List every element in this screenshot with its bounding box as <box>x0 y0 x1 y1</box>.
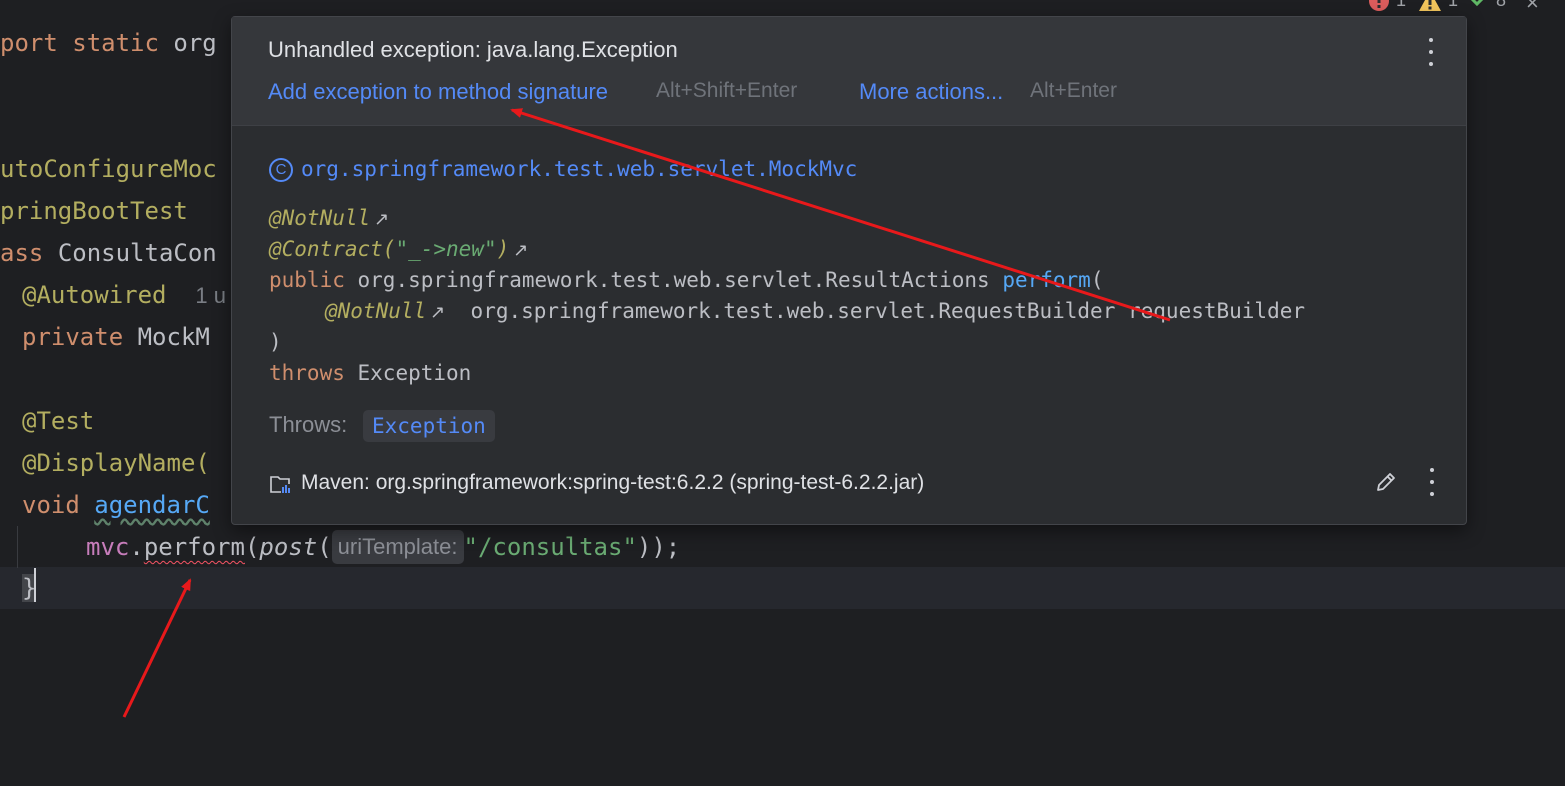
doc-annotation-notnull: @NotNull ↗ <box>269 203 389 233</box>
doc-annotation-contract: @Contract("_->new") ↗ <box>269 234 528 264</box>
perform-method-error[interactable]: perform <box>144 533 245 561</box>
param-annotation: @NotNull <box>325 299 427 323</box>
throws-label: Throws: <box>269 412 348 437</box>
warning-icon[interactable] <box>1418 0 1442 17</box>
code-line-annotation-springboottest[interactable]: pringBootTest <box>0 190 188 232</box>
keyword-private: private <box>22 323 124 351</box>
add-exception-shortcut: Alt+Shift+Enter <box>656 79 798 102</box>
parameter-hint: uriTemplate: <box>331 530 464 564</box>
dot: . <box>129 533 144 561</box>
external-link-icon[interactable]: ↗ <box>513 240 528 261</box>
signature-method: perform <box>1002 268 1091 292</box>
text-caret <box>34 568 37 602</box>
throws-exception-chip[interactable]: Exception <box>363 410 495 442</box>
error-icon[interactable] <box>1368 0 1390 17</box>
close-icon[interactable]: × <box>1526 0 1539 16</box>
method-name: agendarC <box>94 491 210 519</box>
doc-signature-line: public org.springframework.test.web.serv… <box>269 265 1104 295</box>
edit-source-icon[interactable] <box>1373 469 1399 495</box>
indent-guide <box>17 526 18 568</box>
more-actions-link[interactable]: More actions... <box>859 79 1003 105</box>
class-icon: C <box>269 158 293 182</box>
code-line-annotation-displayname[interactable]: @DisplayName( <box>22 442 210 484</box>
check-count: 8 <box>1496 0 1507 10</box>
code-line-class-declaration[interactable]: ass ConsultaCon <box>0 232 217 274</box>
open-paren: ( <box>244 533 260 561</box>
library-folder-icon <box>269 473 293 493</box>
annotation-notnull: @NotNull <box>269 206 371 230</box>
keyword-public: public <box>269 268 345 292</box>
param-type: org.springframework.test.web.servlet.Req… <box>470 299 1116 323</box>
footer-more-options-icon[interactable] <box>1422 468 1442 496</box>
library-source-row: Maven: org.springframework:spring-test:6… <box>269 469 924 497</box>
keyword-class: ass <box>0 239 44 267</box>
code-line-method-declaration[interactable]: void agendarC <box>22 484 210 526</box>
code-line-closing-brace[interactable]: } <box>22 567 37 609</box>
keyword-void: void <box>22 491 80 519</box>
doc-param-line: @NotNull ↗ org.springframework.test.web.s… <box>325 296 1305 326</box>
contract-close: ) <box>496 237 510 261</box>
keyword-import: port static <box>0 29 159 57</box>
current-line-highlight <box>0 567 1565 609</box>
return-type: org.springframework.test.web.servlet.Res… <box>357 268 990 292</box>
throws-type: Exception <box>357 361 472 385</box>
string-literal: "/consultas" <box>463 533 637 561</box>
code-line-import[interactable]: port static org <box>0 22 217 64</box>
close-parens: )); <box>636 533 681 561</box>
field-type: MockM <box>137 323 210 351</box>
code-line-annotation-autoconfigure[interactable]: utoConfigureMoc <box>0 148 217 190</box>
usages-hint[interactable]: 1 u <box>195 283 226 308</box>
maven-source: Maven: org.springframework:spring-test:6… <box>301 471 925 494</box>
keyword-throws: throws <box>269 361 345 385</box>
popup-error-header: Unhandled exception: java.lang.Exception… <box>232 17 1466 126</box>
code-line-perform-call[interactable]: mvc.perform(post(uriTemplate: "/consultas… <box>86 526 680 568</box>
annotation-contract: @Contract( <box>269 237 396 261</box>
external-link-icon[interactable]: ↗ <box>430 302 445 323</box>
signature-open-paren: ( <box>1090 268 1104 292</box>
code-line-field[interactable]: private MockM <box>22 316 210 358</box>
check-icon[interactable] <box>1468 0 1492 17</box>
open-paren-2: ( <box>317 533 332 561</box>
header-more-options-icon[interactable] <box>1421 38 1441 66</box>
post-call: post <box>259 533 318 561</box>
doc-signature-close: ) <box>269 330 282 354</box>
add-exception-action-link[interactable]: Add exception to method signature <box>268 79 608 105</box>
doc-throws-line: throws Exception <box>269 358 471 388</box>
more-actions-shortcut: Alt+Enter <box>1030 79 1117 102</box>
param-name: requestBuilder <box>1128 299 1306 323</box>
class-name: ConsultaCon <box>57 239 217 267</box>
field-mvc: mvc <box>86 533 130 561</box>
external-link-icon[interactable]: ↗ <box>374 209 389 230</box>
annotation-autowired: @Autowired <box>22 281 167 309</box>
doc-class-line: Corg.springframework.test.web.servlet.Mo… <box>269 154 857 184</box>
warning-count: 1 <box>1448 0 1459 10</box>
error-title: Unhandled exception: java.lang.Exception <box>268 37 678 62</box>
quick-documentation-popup[interactable]: Unhandled exception: java.lang.Exception… <box>231 16 1467 525</box>
import-path: org <box>173 29 217 57</box>
contract-value: "_->new" <box>395 237 497 261</box>
code-line-annotation-test[interactable]: @Test <box>22 400 94 442</box>
error-count: 1 <box>1396 0 1407 10</box>
doc-class-link[interactable]: org.springframework.test.web.servlet.Moc… <box>301 157 857 181</box>
code-line-autowired[interactable]: @Autowired 1 u <box>22 274 226 316</box>
